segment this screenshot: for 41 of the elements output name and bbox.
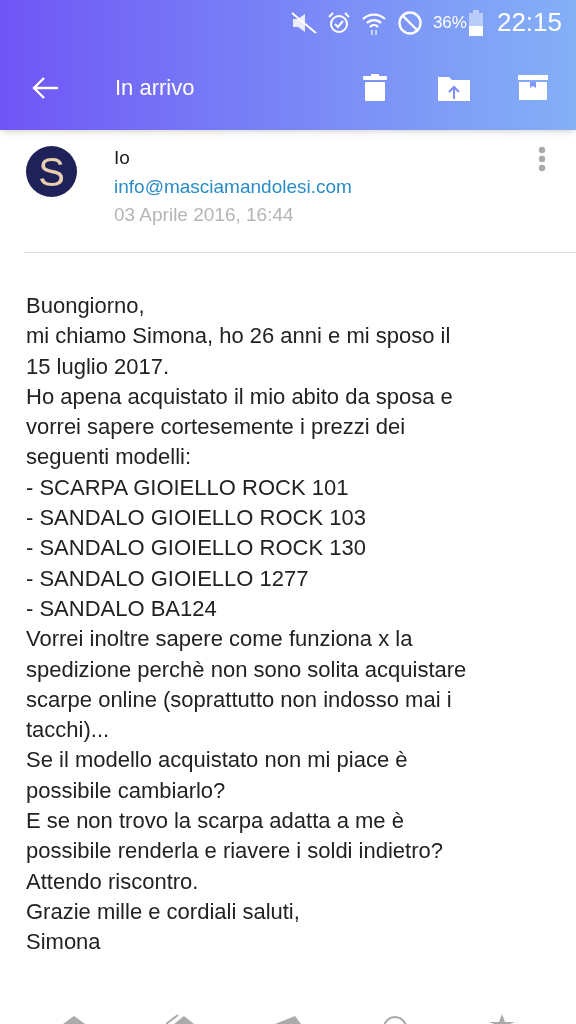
message-text-line: - SANDALO BA124 xyxy=(26,594,217,623)
message-text-line: vorrei sapere cortesemente i prezzi dei xyxy=(26,413,406,442)
battery-icon xyxy=(468,9,483,36)
message-text-line: 15 luglio 2017. xyxy=(26,352,170,381)
more-options-button[interactable] xyxy=(536,146,548,174)
message-text-line: E se non trovo la scarpa adatta a me è xyxy=(26,807,404,836)
message-text-line: Simona xyxy=(26,928,101,957)
message-text-line: Vorrei inoltre sapere come funziona x la xyxy=(26,625,413,654)
mute-icon xyxy=(290,11,317,34)
more-vertical-icon xyxy=(538,146,546,172)
message-text-line: - SANDALO GIOIELLO ROCK 130 xyxy=(26,534,366,563)
toolbar-title: In arrivo xyxy=(115,74,195,102)
battery-percentage: 36% xyxy=(432,11,467,34)
message-text-line: - SCARPA GIOIELLO ROCK 101 xyxy=(26,473,349,502)
do-not-disturb-icon xyxy=(396,9,423,36)
back-arrow-icon xyxy=(31,75,59,100)
sender-avatar: S xyxy=(26,146,77,197)
message-text-line: Attendo riscontro. xyxy=(26,867,199,896)
delete-button[interactable] xyxy=(360,72,390,103)
trash-icon xyxy=(363,74,387,101)
message-text-line: tacchi)... xyxy=(26,716,110,745)
archive-button[interactable] xyxy=(518,72,548,103)
message-text-line: seguenti modelli: xyxy=(26,443,192,472)
clock-time: 22:15 xyxy=(496,6,562,39)
message-text-line: spedizione perchè non sono solita acquistare xyxy=(26,655,467,684)
message-text-line: Ho apena acquistato il mio abito da sposa e xyxy=(26,382,453,411)
message-text-line: Buongiorno, xyxy=(26,292,145,320)
message-text-line: possibile renderla e riavere i soldi indietro? xyxy=(26,837,443,866)
message-text-line: - SANDALO GIOIELLO 1277 xyxy=(26,564,309,593)
message-text-line: - SANDALO GIOIELLO ROCK 103 xyxy=(26,504,366,533)
sender-name: Io xyxy=(114,146,131,170)
folder-upload-icon xyxy=(438,74,470,101)
message-text-line: Grazie mille e cordiali saluti, xyxy=(26,897,300,926)
message-text-line: mi chiamo Simona, ho 26 anni e mi sposo il xyxy=(26,322,451,351)
message-text-line: scarpe online (soprattutto non indosso mai i xyxy=(26,685,452,714)
message-date: 03 Aprile 2016, 16:44 xyxy=(114,204,295,226)
alarm-icon xyxy=(326,10,351,35)
archive-box-icon xyxy=(518,75,548,100)
message-text-line: Se il modello acquistato non mi piace è xyxy=(26,746,408,775)
message-text-line: possibile cambiarlo? xyxy=(26,776,226,805)
sender-address[interactable]: info@masciamandolesi.com xyxy=(114,170,352,204)
